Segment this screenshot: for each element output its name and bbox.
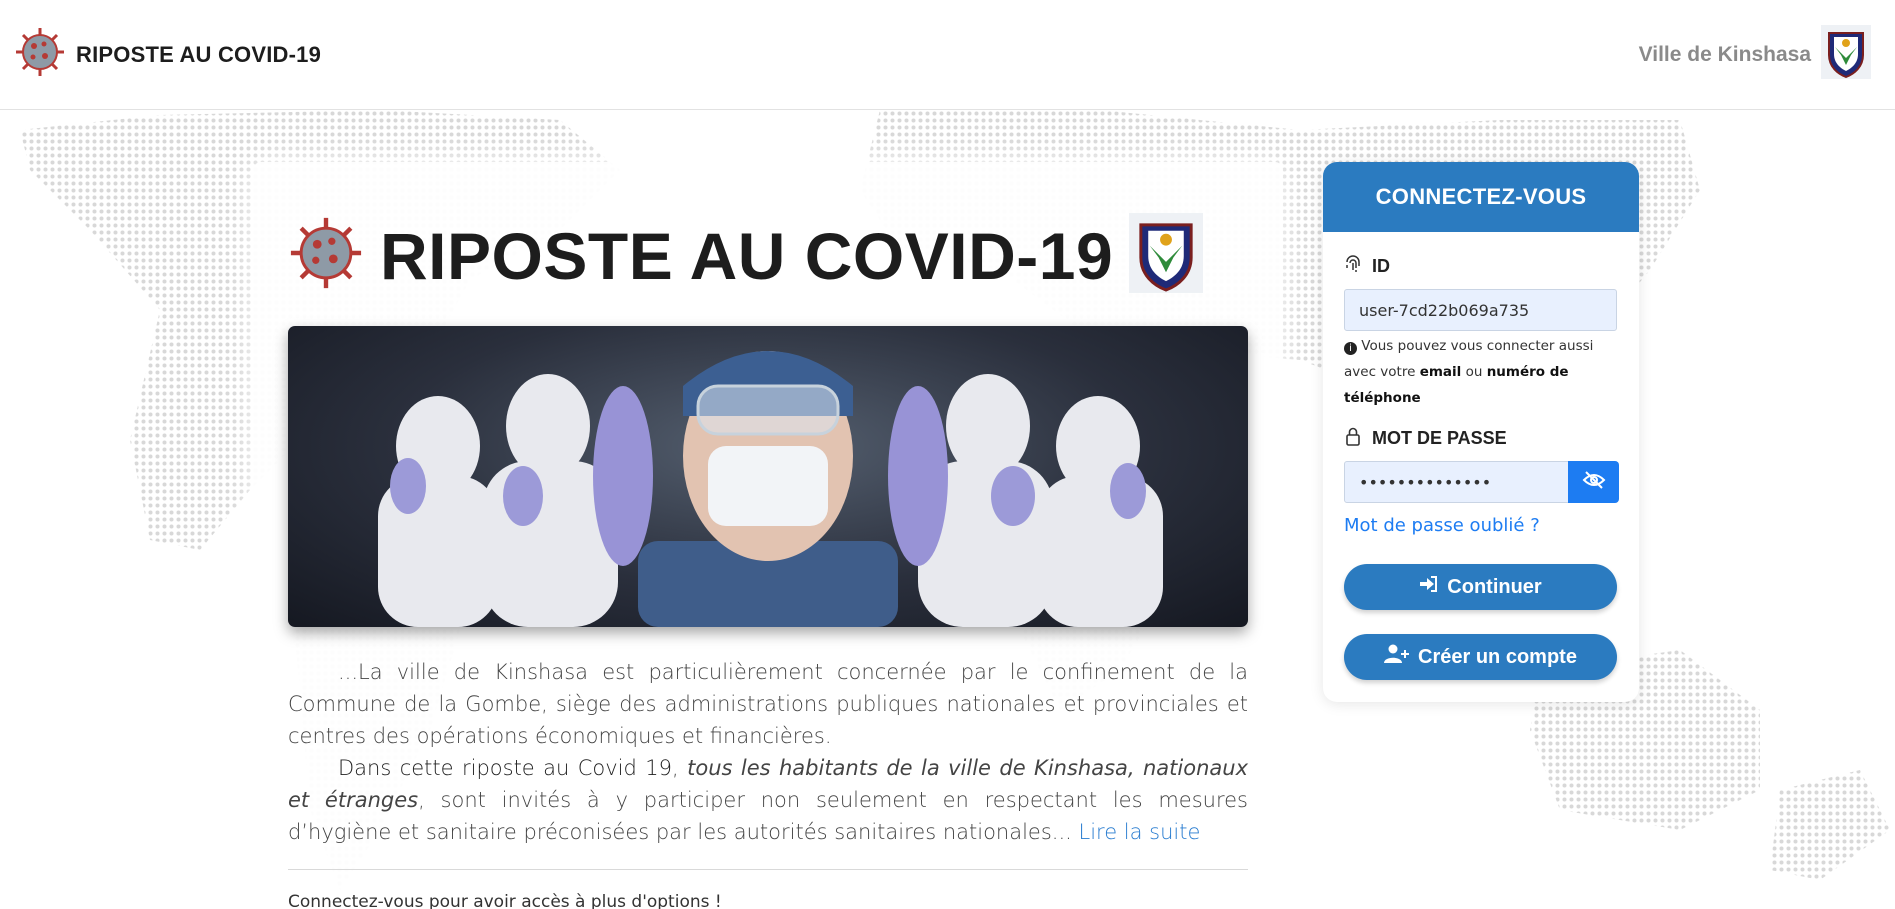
continue-label: Continuer bbox=[1447, 575, 1542, 598]
hint-or: ou bbox=[1461, 364, 1487, 380]
main-content-card: RIPOSTE AU COVID-19 ...La ville de Kinsh… bbox=[253, 162, 1283, 909]
brand-title: RIPOSTE AU COVID-19 bbox=[76, 41, 322, 67]
forgot-password-link[interactable]: Mot de passe oublié ? bbox=[1344, 515, 1540, 536]
password-label-row: MOT DE PASSE bbox=[1344, 426, 1507, 451]
kinshasa-crest-icon bbox=[1129, 212, 1204, 299]
create-account-button[interactable]: Créer un compte bbox=[1344, 634, 1617, 680]
kinshasa-crest-icon bbox=[1821, 25, 1871, 84]
id-label-row: ID bbox=[1344, 254, 1390, 279]
password-label: MOT DE PASSE bbox=[1372, 428, 1507, 448]
fingerprint-icon bbox=[1344, 254, 1362, 279]
read-more-link[interactable]: Lire la suite bbox=[1079, 820, 1201, 844]
hint-email: email bbox=[1419, 364, 1462, 380]
info-circle-icon: i bbox=[1344, 342, 1357, 355]
login-hint: i Vous pouvez vous connecter aussi avec … bbox=[1344, 333, 1624, 411]
toggle-password-button[interactable] bbox=[1568, 461, 1619, 503]
login-prompt-note: Connectez-vous pour avoir accès à plus d… bbox=[288, 892, 722, 909]
continue-button[interactable]: Continuer bbox=[1344, 564, 1617, 610]
lock-icon bbox=[1344, 426, 1362, 451]
top-navbar: RIPOSTE AU COVID-19 Ville de Kinshasa bbox=[0, 0, 1895, 110]
id-label: ID bbox=[1372, 256, 1390, 276]
sign-in-icon bbox=[1419, 575, 1439, 599]
intro-paragraph-1: ...La ville de Kinshasa est particulière… bbox=[288, 660, 1248, 748]
eye-slash-icon bbox=[1582, 470, 1606, 495]
divider bbox=[288, 869, 1248, 870]
password-input[interactable]: •••••••••••••• bbox=[1344, 461, 1569, 503]
virus-icon bbox=[288, 215, 364, 296]
city-name: Ville de Kinshasa bbox=[1638, 42, 1811, 66]
virus-icon bbox=[14, 26, 66, 83]
intro-separator: , bbox=[672, 756, 688, 780]
city-link[interactable]: Ville de Kinshasa bbox=[1639, 25, 1871, 84]
create-account-label: Créer un compte bbox=[1418, 645, 1577, 668]
intro-text: ...La ville de Kinshasa est particulière… bbox=[288, 656, 1248, 848]
id-input[interactable]: user-7cd22b069a735 bbox=[1344, 289, 1617, 331]
page-title: RIPOSTE AU COVID-19 bbox=[380, 218, 1114, 293]
hero-heading: RIPOSTE AU COVID-19 bbox=[288, 212, 1204, 299]
brand-link[interactable]: RIPOSTE AU COVID-19 bbox=[14, 26, 321, 83]
user-plus-icon bbox=[1384, 644, 1410, 670]
intro-lead: Dans cette riposte au Covid 19 bbox=[338, 756, 672, 780]
intro-paragraph-2: Dans cette riposte au Covid 19, tous les… bbox=[288, 752, 1248, 848]
login-card: CONNECTEZ-VOUS ID user-7cd22b069a735 i V… bbox=[1323, 162, 1639, 702]
hero-image-health-workers bbox=[288, 326, 1248, 627]
login-heading: CONNECTEZ-VOUS bbox=[1323, 162, 1639, 232]
